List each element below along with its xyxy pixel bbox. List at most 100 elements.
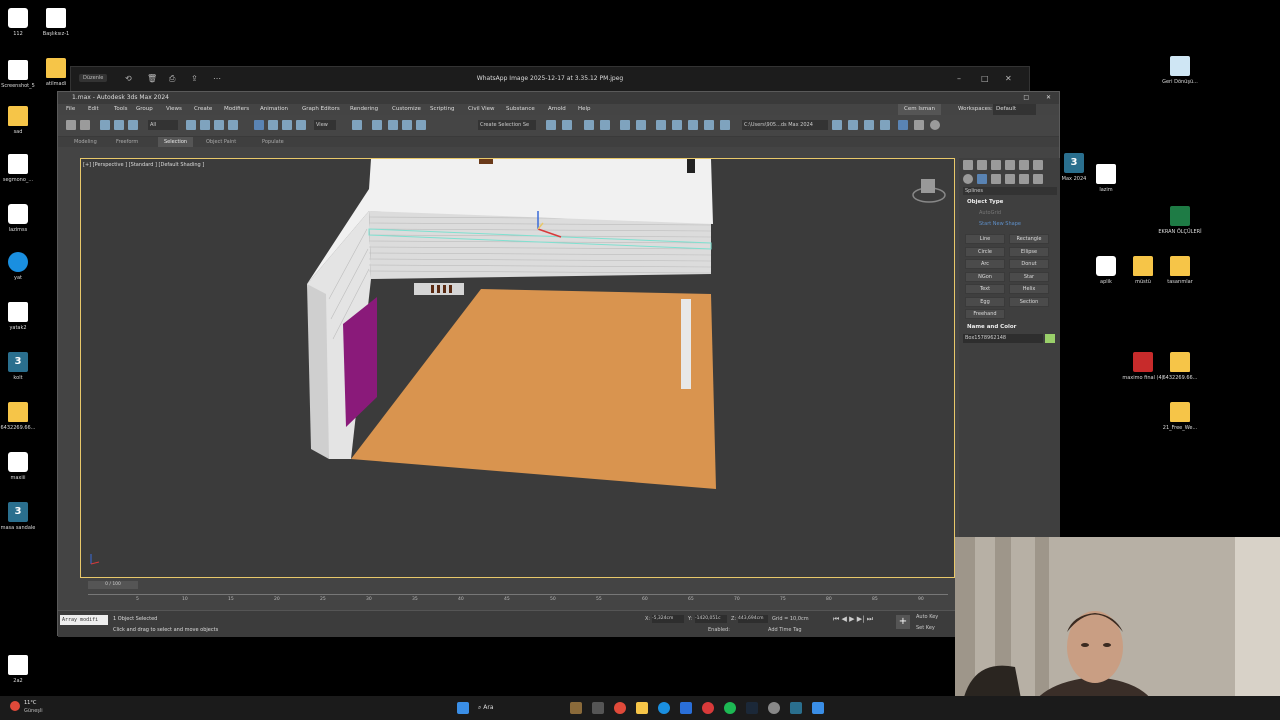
- shape-button-line[interactable]: Line: [965, 234, 1005, 244]
- window-crossing-icon[interactable]: [228, 120, 238, 130]
- folder-icon[interactable]: [636, 702, 648, 714]
- material-editor-icon[interactable]: [656, 120, 666, 130]
- menu-item[interactable]: Help: [578, 104, 591, 115]
- desktop-icon[interactable]: 21_Free_We...: [1158, 402, 1202, 431]
- percent-snap-icon[interactable]: [402, 120, 412, 130]
- motion-tab-icon[interactable]: [1005, 160, 1015, 170]
- desktop-icon[interactable]: maxiii: [0, 452, 40, 481]
- desktop-icon[interactable]: 2a2: [0, 655, 40, 684]
- menu-item[interactable]: Animation: [260, 104, 288, 115]
- place-icon[interactable]: [296, 120, 306, 130]
- layer-explorer-icon[interactable]: [584, 120, 594, 130]
- render-setup-icon[interactable]: [672, 120, 682, 130]
- weather-temp[interactable]: 11°C: [24, 700, 36, 706]
- sync-icon[interactable]: [898, 120, 908, 130]
- category-dropdown[interactable]: Splines: [963, 187, 1057, 195]
- user-account[interactable]: Cem Isman: [898, 104, 942, 115]
- timeline[interactable]: 0 / 100 5 10 15 20 25 30 35 40 45 50 55 60 65 70 75 80 8…: [58, 580, 956, 610]
- history-icon[interactable]: [914, 120, 924, 130]
- shapes-icon[interactable]: [977, 174, 987, 184]
- shape-button-arc[interactable]: Arc: [965, 259, 1005, 269]
- workspaces-dropdown[interactable]: Default: [993, 104, 1037, 115]
- taskview-icon[interactable]: [570, 702, 582, 714]
- explorer-icon[interactable]: [592, 702, 604, 714]
- shape-button-text[interactable]: Text: [965, 284, 1005, 294]
- shape-button-star[interactable]: Star: [1009, 271, 1049, 282]
- 3dsmax-taskbar-icon[interactable]: [790, 702, 802, 714]
- toggle-ribbon-icon[interactable]: [600, 120, 610, 130]
- selection-set-dropdown[interactable]: Create Selection Se: [478, 120, 536, 130]
- scale-icon[interactable]: [282, 120, 292, 130]
- selection-filter-dropdown[interactable]: All: [148, 120, 178, 130]
- rendered-frame-icon[interactable]: [688, 120, 698, 130]
- render-teapot-icon[interactable]: [720, 120, 730, 130]
- render-icon[interactable]: [704, 120, 714, 130]
- spinner-snap-icon[interactable]: [416, 120, 426, 130]
- start-icon[interactable]: [457, 702, 469, 714]
- opera-icon[interactable]: [702, 702, 714, 714]
- shape-button-circle[interactable]: Circle: [965, 246, 1005, 257]
- command-panel[interactable]: Splines Object Type AutoGrid Start New S…: [959, 158, 1060, 578]
- desktop-icon[interactable]: 6432269.66...: [1158, 352, 1202, 381]
- set-key-icon[interactable]: +: [896, 615, 910, 629]
- menu-item[interactable]: Civil View: [468, 104, 494, 115]
- object-name-field[interactable]: Box1578962148: [963, 334, 1043, 343]
- menu-item[interactable]: Views: [166, 104, 182, 115]
- desktop-icon[interactable]: segmono_...: [0, 154, 40, 183]
- edge-icon[interactable]: [658, 702, 670, 714]
- lights-icon[interactable]: [991, 174, 1001, 184]
- cameras-icon[interactable]: [1005, 174, 1015, 184]
- timeline-ruler[interactable]: 5 10 15 20 25 30 35 40 45 50 55 60 65 70 75 80 85 90: [88, 594, 948, 606]
- project-folder-icon[interactable]: [832, 120, 842, 130]
- playback-controls[interactable]: ⏮ ◀ ▶ ▶| ⏭: [833, 615, 873, 624]
- z-coordinate[interactable]: 443,694cm: [738, 615, 768, 623]
- menu-item[interactable]: Group: [136, 104, 153, 115]
- geometry-icon[interactable]: [963, 174, 973, 184]
- shape-button-egg[interactable]: Egg: [965, 296, 1005, 307]
- schematic-view-icon[interactable]: [636, 120, 646, 130]
- desktop-icon[interactable]: 6432269.66...: [0, 402, 40, 431]
- start-new-shape-checkbox[interactable]: Start New Shape: [979, 221, 1021, 227]
- search-box[interactable]: ⌕ Ara: [478, 701, 558, 715]
- desktop-icon[interactable]: lazim: [1084, 164, 1128, 193]
- redo-icon[interactable]: [80, 120, 90, 130]
- menu-item[interactable]: Arnold: [548, 104, 566, 115]
- select-by-name-icon[interactable]: [200, 120, 210, 130]
- ribbon-tab[interactable]: Object Paint: [206, 137, 236, 147]
- chrome-icon[interactable]: [614, 702, 626, 714]
- ribbon-tab[interactable]: Freeform: [116, 137, 138, 147]
- desktop-icon[interactable]: lazimss: [0, 204, 40, 233]
- shape-button-helix[interactable]: Helix: [1009, 284, 1049, 294]
- hierarchy-tab-icon[interactable]: [991, 160, 1001, 170]
- menu-item[interactable]: Create: [194, 104, 212, 115]
- open-icon[interactable]: [864, 120, 874, 130]
- region-select-icon[interactable]: [214, 120, 224, 130]
- maxscript-listener[interactable]: Array modifi: [60, 615, 108, 625]
- desktop-icon[interactable]: 3 masa sandale: [0, 502, 40, 531]
- time-slider[interactable]: 0 / 100: [88, 581, 138, 589]
- x-coordinate[interactable]: -5,324cm: [652, 615, 684, 623]
- utilities-tab-icon[interactable]: [1033, 160, 1043, 170]
- menu-item[interactable]: Modifiers: [224, 104, 249, 115]
- y-coordinate[interactable]: -1420,051c: [695, 615, 727, 623]
- shape-button-rectangle[interactable]: Rectangle: [1009, 234, 1049, 244]
- desktop-icon[interactable]: sad: [0, 106, 40, 135]
- settings-icon[interactable]: [930, 120, 940, 130]
- shape-button-section[interactable]: Section: [1009, 296, 1049, 307]
- desktop-icon[interactable]: 3 kolt: [0, 352, 40, 381]
- desktop-icon[interactable]: yatak2: [0, 302, 40, 331]
- close-icon[interactable]: ✕: [1046, 92, 1051, 104]
- weather-desc[interactable]: Güneşli: [24, 708, 43, 714]
- settings-icon[interactable]: [768, 702, 780, 714]
- set-key-button[interactable]: Set Key: [916, 625, 935, 631]
- ribbon-tab[interactable]: Selection: [158, 137, 194, 147]
- desktop-icon[interactable]: tasarımlar: [1158, 256, 1202, 285]
- steam-icon[interactable]: [746, 702, 758, 714]
- menu-item[interactable]: Graph Editors: [302, 104, 340, 115]
- save-icon[interactable]: [848, 120, 858, 130]
- shape-button-donut[interactable]: Donut: [1009, 259, 1049, 269]
- desktop-icon[interactable]: Başlıksız-1: [34, 8, 78, 37]
- photo-viewer-window[interactable]: Düzenle ⟲ 🗑 ⎙ ⇪ ⋯ WhatsApp Image 2025-12…: [70, 66, 1030, 94]
- reference-coord-dropdown[interactable]: View: [314, 120, 336, 130]
- snap-icon[interactable]: [372, 120, 382, 130]
